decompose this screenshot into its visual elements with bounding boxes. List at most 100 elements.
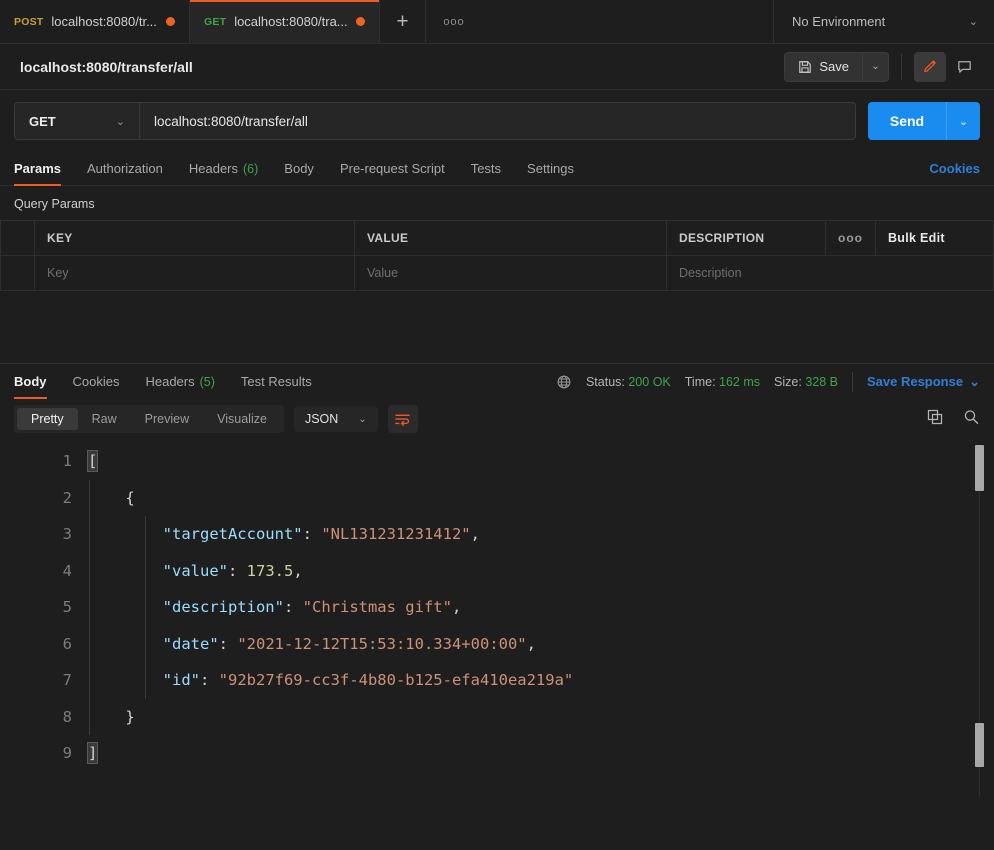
code-token: [ [86, 450, 99, 472]
body-action-icons [926, 408, 980, 431]
view-raw-button[interactable]: Raw [78, 408, 131, 430]
copy-icon [927, 409, 943, 424]
code-line: 1[ [0, 443, 994, 480]
send-button[interactable]: Send [868, 102, 946, 140]
code-text: "date": "2021-12-12T15:53:10.334+00:00", [88, 625, 536, 662]
save-response-button[interactable]: Save Response ⌄ [867, 374, 980, 390]
chevron-down-icon: ⌄ [115, 115, 125, 128]
indent-guide [89, 662, 90, 699]
code-text: } [88, 698, 135, 735]
tab-pre-request-script[interactable]: Pre-request Script [340, 152, 445, 186]
tab-label: Authorization [86, 161, 163, 176]
edit-pencil-button[interactable] [914, 51, 946, 82]
line-number: 1 [62, 452, 72, 470]
code-line: 8 } [0, 698, 994, 735]
query-params-table: KEY VALUE DESCRIPTION ooo Bulk Edit Key … [0, 220, 994, 291]
code-line: 6 "date": "2021-12-12T15:53:10.334+00:00… [0, 625, 994, 662]
tab-title: localhost:8080/tra... [234, 14, 348, 29]
tab-body[interactable]: Body [284, 152, 314, 186]
column-header-value: VALUE [354, 220, 667, 256]
page-title: localhost:8080/transfer/all [20, 58, 193, 75]
search-button[interactable] [962, 408, 980, 431]
code-token: "92b27f69-cc3f-4b80-b125-efa410ea219a" [218, 671, 574, 689]
cookies-link[interactable]: Cookies [929, 161, 980, 176]
param-key-input[interactable]: Key [34, 255, 355, 291]
meta-divider [851, 371, 853, 392]
indent-guide [89, 516, 90, 553]
code-text: "value": 173.5, [88, 552, 303, 589]
params-more-options-icon[interactable]: ooo [824, 220, 876, 256]
response-tab-cookies[interactable]: Cookies [73, 365, 120, 399]
bulk-edit-button[interactable]: Bulk Edit [874, 220, 994, 256]
chevron-down-icon: ⌄ [968, 16, 978, 28]
code-token: , [470, 525, 480, 543]
tab-label: Headers [145, 374, 195, 389]
response-tab-headers[interactable]: Headers (5) [145, 365, 214, 399]
line-number: 4 [62, 561, 72, 580]
view-pretty-button[interactable]: Pretty [17, 408, 78, 430]
save-button-label: Save [819, 59, 849, 74]
code-token: : [199, 671, 219, 689]
row-checkbox[interactable] [0, 255, 35, 291]
view-visualize-button[interactable]: Visualize [203, 408, 281, 430]
code-lines: 1[2 {3 "targetAccount": "NL131231231412"… [0, 441, 994, 772]
body-format-selector[interactable]: JSON ⌄ [293, 406, 378, 432]
tab-headers[interactable]: Headers (6) [189, 152, 258, 186]
line-number: 3 [62, 525, 72, 543]
request-tabs: Params Authorization Headers (6) Body Pr… [0, 152, 994, 186]
save-button[interactable]: Save [784, 51, 862, 82]
column-header-key: KEY [34, 220, 355, 256]
save-options-button[interactable]: ⌄ [862, 51, 889, 82]
tab-label: Test Results [240, 374, 312, 389]
tab-params[interactable]: Params [14, 152, 61, 186]
code-line: 3 "targetAccount": "NL131231231412", [0, 516, 994, 553]
select-all-cell[interactable] [0, 220, 35, 256]
environment-selector[interactable]: No Environment ⌄ [774, 0, 994, 43]
request-tab-post[interactable]: POST localhost:8080/tr... [0, 0, 190, 43]
code-token: "NL131231231412" [321, 525, 471, 543]
response-tab-test-results[interactable]: Test Results [241, 365, 312, 399]
scrollbar-thumb-bottom[interactable] [975, 723, 984, 767]
method-label: GET [29, 113, 56, 129]
view-preview-button[interactable]: Preview [131, 408, 203, 430]
url-input[interactable]: localhost:8080/transfer/all [140, 102, 856, 140]
tab-bar: POST localhost:8080/tr... GET localhost:… [0, 0, 994, 44]
method-selector[interactable]: GET ⌄ [14, 102, 140, 140]
line-number: 6 [62, 634, 72, 653]
param-value-input[interactable]: Value [354, 255, 667, 291]
line-number: 9 [62, 744, 72, 762]
comments-button[interactable] [948, 52, 980, 82]
wrap-lines-button[interactable] [387, 405, 418, 433]
floppy-disk-icon [799, 60, 812, 73]
tab-title: localhost:8080/tr... [51, 14, 157, 29]
tab-tests[interactable]: Tests [471, 152, 501, 186]
scrollbar-thumb-top[interactable] [975, 445, 984, 491]
tab-label: Body [284, 161, 314, 176]
tab-method-label: GET [204, 15, 227, 28]
line-number: 8 [62, 707, 72, 726]
code-token: "date" [162, 634, 219, 653]
unsaved-dot-icon[interactable] [166, 17, 175, 26]
status-badge: 200 OK [628, 374, 671, 389]
new-tab-button[interactable]: + [380, 0, 426, 43]
code-token: : [283, 598, 303, 616]
code-token: , [293, 561, 303, 580]
response-body-toolbar: Pretty Raw Preview Visualize JSON ⌄ [0, 399, 994, 441]
column-header-description: DESCRIPTION [666, 220, 826, 256]
chevron-down-icon: ⌄ [358, 413, 367, 425]
copy-button[interactable] [926, 408, 944, 431]
unsaved-dot-icon[interactable] [356, 17, 365, 26]
tab-more-options-icon[interactable]: ooo [426, 0, 482, 43]
code-token: } [125, 707, 135, 726]
tab-settings[interactable]: Settings [527, 152, 574, 186]
response-tab-body[interactable]: Body [14, 365, 47, 399]
tab-label: Settings [527, 161, 575, 176]
request-tab-get[interactable]: GET localhost:8080/tra... [190, 0, 380, 43]
send-options-button[interactable]: ⌄ [946, 102, 980, 140]
tab-authorization[interactable]: Authorization [87, 152, 163, 186]
param-description-input[interactable]: Description [666, 255, 994, 291]
tab-label: Tests [470, 161, 502, 176]
indent-guide [145, 625, 146, 662]
code-token: ] [86, 742, 99, 764]
response-body-code[interactable]: 1[2 {3 "targetAccount": "NL131231231412"… [0, 441, 994, 803]
